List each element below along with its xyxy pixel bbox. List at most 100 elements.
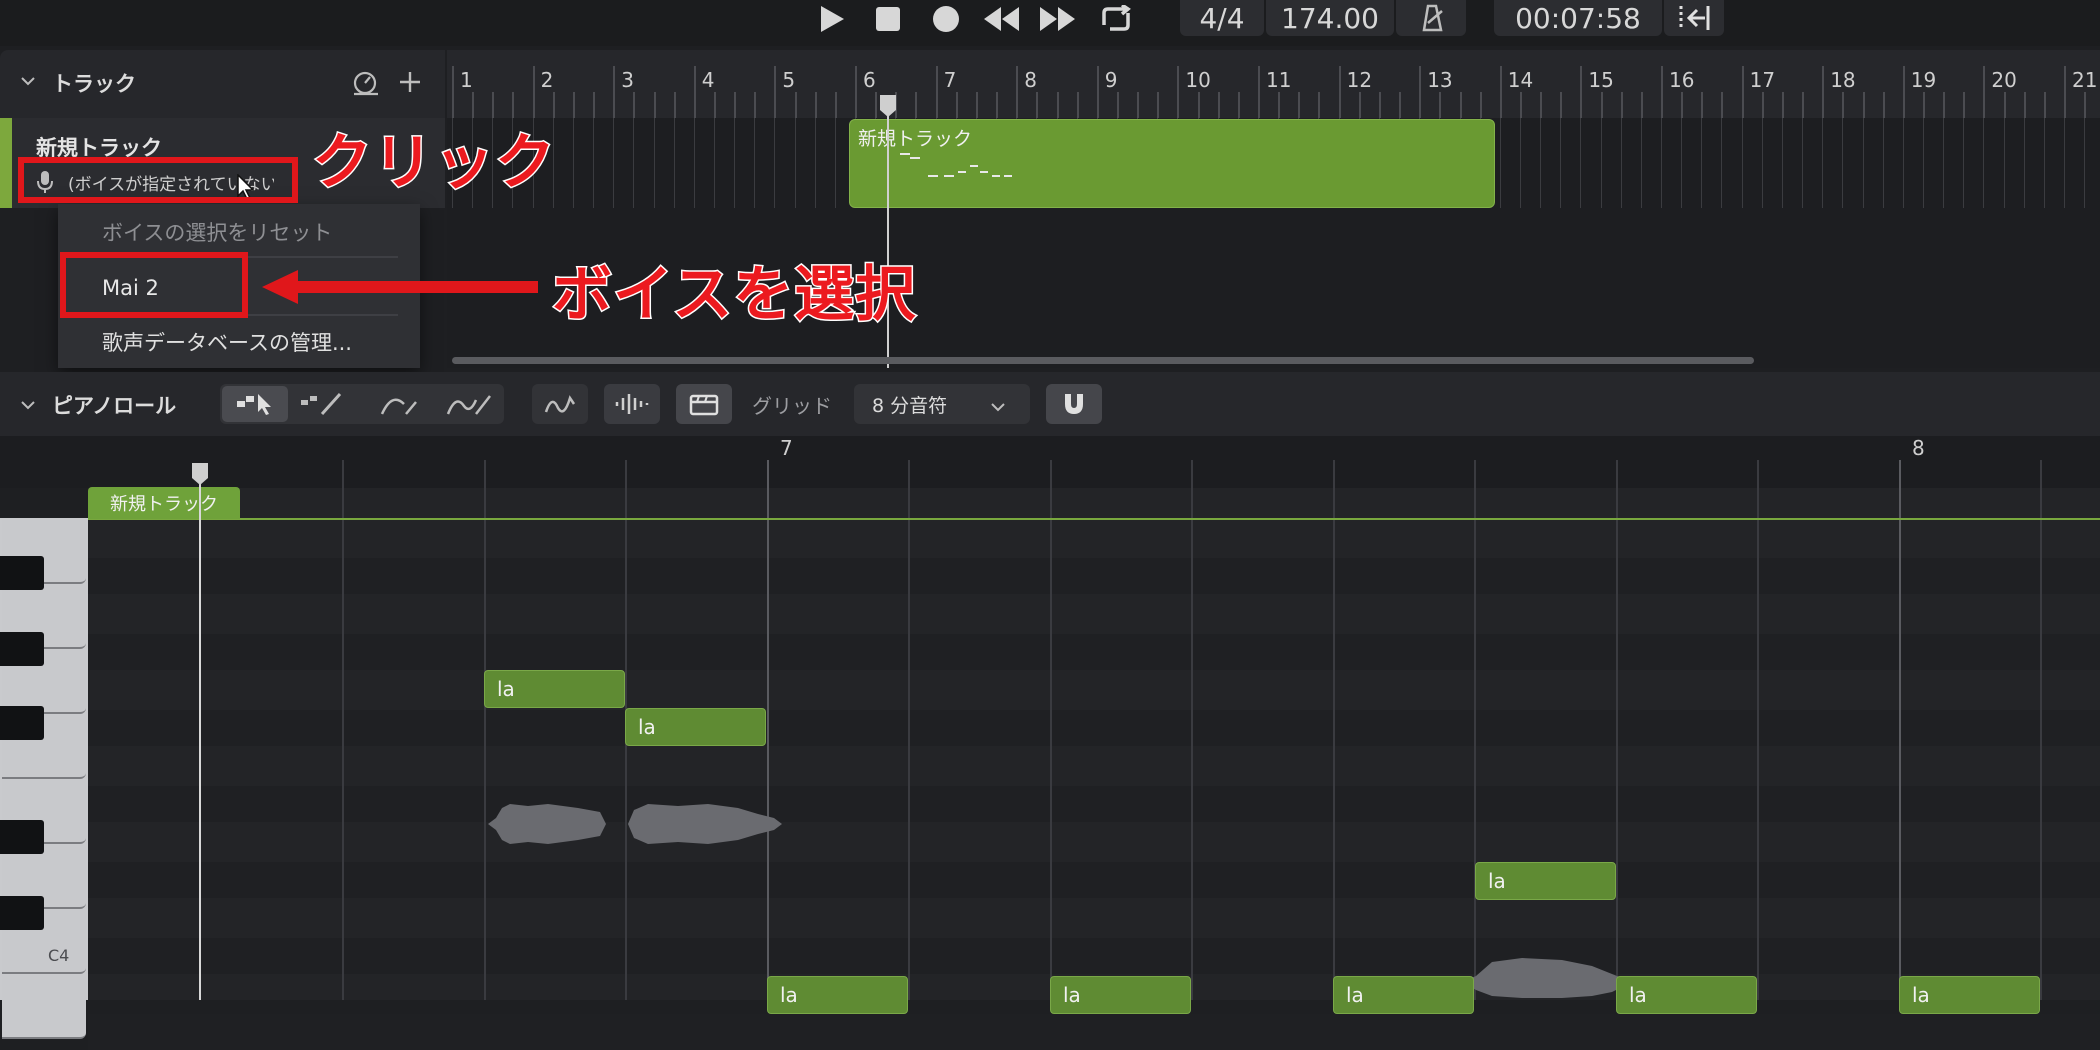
black-key[interactable]	[0, 632, 44, 666]
lane-grid-line	[1620, 118, 1622, 208]
ruler-bar-number: 15	[1588, 68, 1614, 92]
metronome-icon[interactable]	[1396, 0, 1466, 36]
note[interactable]: la	[1333, 976, 1474, 1014]
piano-roll-row	[88, 938, 2100, 974]
play-icon[interactable]	[812, 2, 852, 36]
ruler-subtick	[1701, 92, 1704, 118]
ruler-subtick	[1237, 92, 1240, 118]
pen-tool-icon[interactable]	[300, 390, 346, 422]
snap-magnet-icon[interactable]	[1046, 384, 1102, 424]
lane-grid-line	[1681, 118, 1683, 208]
piano-roll-row	[88, 710, 2100, 746]
note[interactable]: la	[484, 670, 625, 708]
lane-grid-line	[1902, 118, 1904, 208]
lane-grid-line	[1761, 118, 1763, 208]
black-key[interactable]	[0, 896, 44, 930]
track-clip[interactable]: 新規トラック	[849, 119, 1495, 208]
tempo[interactable]: 174.00	[1266, 0, 1394, 36]
ruler-subtick	[1116, 92, 1119, 118]
ruler-subtick	[1056, 92, 1059, 118]
record-icon[interactable]	[926, 2, 966, 36]
ruler-subtick	[814, 92, 817, 118]
ruler-bar-number: 11	[1266, 68, 1292, 92]
lane-grid-line	[1822, 118, 1824, 208]
ruler-subtick	[1802, 92, 1805, 118]
ruler-subtick	[794, 92, 797, 118]
pitch-draw-tool-icon[interactable]	[446, 390, 492, 422]
ruler-subtick	[1882, 92, 1885, 118]
stop-icon[interactable]	[868, 2, 908, 36]
black-key[interactable]	[0, 820, 44, 854]
lane-grid-line	[2064, 118, 2065, 208]
time-signature[interactable]: 4/4	[1180, 0, 1264, 36]
transport-bar: 4/4 174.00 00:07:58	[0, 0, 2100, 46]
ruler-subtick	[1681, 92, 1684, 118]
note[interactable]: la	[1616, 976, 1757, 1014]
ruler-subtick	[1036, 92, 1039, 118]
ruler-subtick	[572, 92, 575, 118]
ruler-subtick	[1519, 92, 1522, 118]
note[interactable]: la	[1475, 862, 1616, 900]
waveform-toggle[interactable]	[604, 384, 660, 424]
horizontal-scrollbar[interactable]	[452, 357, 1754, 364]
lane-grid-line	[1983, 118, 1985, 208]
beat-line	[342, 460, 344, 1000]
beat-line	[1474, 460, 1476, 1000]
clip-note-preview	[900, 153, 1012, 177]
fast-forward-icon[interactable]	[1038, 2, 1078, 36]
ruler-subtick	[1278, 92, 1281, 118]
loop-icon[interactable]	[1096, 2, 1136, 36]
chevron-down-icon[interactable]	[20, 72, 36, 91]
ruler-subtick	[1298, 92, 1301, 118]
ruler-subtick	[593, 92, 596, 118]
ruler-subtick	[673, 92, 676, 118]
lane-grid-line	[1963, 118, 1965, 208]
chevron-down-icon[interactable]	[20, 396, 36, 415]
playhead-handle[interactable]	[879, 94, 897, 122]
ruler-subtick	[2084, 92, 2087, 118]
ruler-subtick	[754, 92, 757, 118]
piano-roll-row	[88, 634, 2100, 670]
beat-line	[483, 460, 486, 1000]
vibrato-tool-icon[interactable]	[380, 390, 420, 422]
lane-grid-line	[1640, 118, 1642, 208]
lane-grid-line	[1842, 118, 1844, 208]
ruler-subtick	[1862, 92, 1865, 118]
lane-grid-line	[2003, 118, 2005, 208]
select-tool-button[interactable]	[222, 386, 288, 422]
pitch-curve-toggle[interactable]	[532, 384, 588, 424]
annotation-mai2-box	[60, 252, 248, 318]
grid-label: グリッド	[752, 394, 832, 418]
lane-grid-line	[653, 118, 655, 208]
note[interactable]: la	[767, 976, 908, 1014]
lane-grid-line	[633, 118, 635, 208]
note[interactable]: la	[1899, 976, 2040, 1014]
piano-roll-playhead-handle[interactable]	[191, 462, 209, 490]
rewind-icon[interactable]	[982, 2, 1022, 36]
ruler-bar-number: 5	[782, 68, 796, 92]
tempo-track-icon[interactable]	[352, 70, 380, 100]
beat-line	[1332, 460, 1335, 1000]
add-track-icon[interactable]	[398, 70, 422, 98]
grid-select[interactable]: 8 分音符	[854, 384, 1030, 424]
note[interactable]: la	[1050, 976, 1191, 1014]
ruler-subtick	[1157, 92, 1160, 118]
black-key[interactable]	[0, 706, 44, 740]
ruler-subtick	[975, 92, 978, 118]
beat-line	[2040, 460, 2042, 1000]
white-key[interactable]	[2, 975, 86, 1039]
ruler-tick	[1741, 66, 1744, 118]
ruler-subtick	[1378, 92, 1381, 118]
jump-to-start-icon[interactable]	[1664, 0, 1724, 36]
menu-item-manage-voicebanks[interactable]: 歌声データベースの管理...	[58, 314, 420, 370]
clip-view-toggle[interactable]	[676, 384, 732, 424]
lane-grid-line	[774, 118, 776, 208]
beat-line	[766, 460, 769, 1000]
ruler-tick	[774, 66, 777, 118]
ruler-subtick	[1399, 92, 1402, 118]
ruler-tick	[935, 66, 938, 118]
piano-roll-row	[88, 786, 2100, 822]
note[interactable]: la	[625, 708, 766, 746]
black-key[interactable]	[0, 556, 44, 590]
note-group-label[interactable]: 新規トラック	[88, 487, 240, 519]
